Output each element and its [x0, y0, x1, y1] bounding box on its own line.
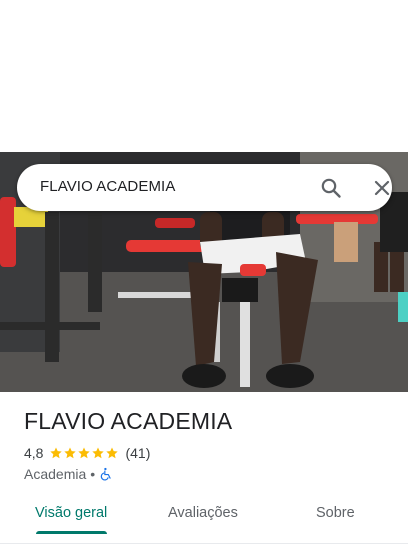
star-icon: [78, 447, 91, 459]
place-title: FLAVIO ACADEMIA: [24, 408, 233, 434]
tab-reviews[interactable]: Avaliações: [168, 505, 238, 521]
star-icon: [50, 447, 63, 459]
category-row: Academia •: [24, 465, 113, 483]
close-icon[interactable]: [370, 176, 394, 200]
wheelchair-accessible-icon[interactable]: [99, 467, 113, 481]
search-icon[interactable]: [319, 176, 343, 200]
search-bar[interactable]: FLAVIO ACADEMIA: [17, 164, 392, 211]
rating-row[interactable]: 4,8 (41): [24, 444, 150, 462]
star-icon: [106, 447, 119, 459]
search-query-text[interactable]: FLAVIO ACADEMIA: [40, 178, 175, 195]
place-tabs: Visão geral Avaliações Sobre: [0, 494, 408, 544]
place-category: Academia: [24, 466, 87, 482]
rating-value: 4,8: [24, 445, 44, 461]
tab-overview[interactable]: Visão geral: [35, 505, 107, 521]
tab-about[interactable]: Sobre: [316, 505, 355, 521]
review-count[interactable]: (41): [125, 445, 150, 461]
star-rating: [49, 446, 119, 460]
star-icon: [64, 447, 77, 459]
active-tab-indicator: [36, 531, 107, 534]
blank-header-area: [0, 0, 408, 152]
separator-dot: •: [90, 466, 96, 482]
star-icon: [92, 447, 105, 459]
